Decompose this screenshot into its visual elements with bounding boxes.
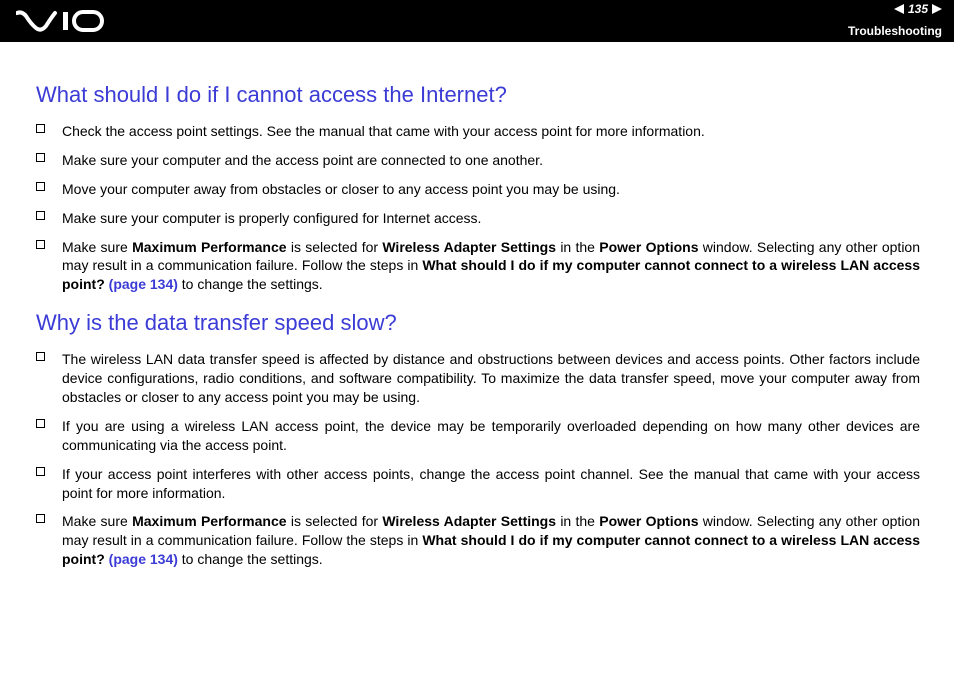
item-text: Make sure your computer and the access p… <box>62 151 920 170</box>
answer-list-2: The wireless LAN data transfer speed is … <box>36 350 920 569</box>
answer-list-1: Check the access point settings. See the… <box>36 122 920 294</box>
item-text: The wireless LAN data transfer speed is … <box>62 350 920 407</box>
bullet-icon <box>36 180 62 191</box>
prev-page-arrow-icon[interactable] <box>894 4 904 14</box>
item-text: Move your computer away from obstacles o… <box>62 180 920 199</box>
item-text: Make sure Maximum Performance is selecte… <box>62 238 920 295</box>
bullet-icon <box>36 465 62 476</box>
page-link[interactable]: (page 134) <box>109 276 178 292</box>
list-item: Check the access point settings. See the… <box>36 122 920 141</box>
page-nav: 135 <box>894 2 942 16</box>
bullet-icon <box>36 512 62 523</box>
bullet-icon <box>36 350 62 361</box>
page-link[interactable]: (page 134) <box>109 551 178 567</box>
question-heading-2: Why is the data transfer speed slow? <box>36 310 920 336</box>
list-item: Make sure your computer and the access p… <box>36 151 920 170</box>
bullet-icon <box>36 417 62 428</box>
item-text: Check the access point settings. See the… <box>62 122 920 141</box>
list-item: Make sure your computer is properly conf… <box>36 209 920 228</box>
item-text: Make sure Maximum Performance is selecte… <box>62 512 920 569</box>
page-content: What should I do if I cannot access the … <box>0 42 954 599</box>
bullet-icon <box>36 238 62 249</box>
next-page-arrow-icon[interactable] <box>932 4 942 14</box>
page-number: 135 <box>908 2 928 16</box>
section-title: Troubleshooting <box>848 24 942 38</box>
bullet-icon <box>36 122 62 133</box>
vaio-logo <box>16 10 112 32</box>
item-text: If your access point interferes with oth… <box>62 465 920 503</box>
list-item: Make sure Maximum Performance is selecte… <box>36 512 920 569</box>
bullet-icon <box>36 151 62 162</box>
question-heading-1: What should I do if I cannot access the … <box>36 82 920 108</box>
item-text: If you are using a wireless LAN access p… <box>62 417 920 455</box>
header-bar: 135 Troubleshooting <box>0 0 954 42</box>
list-item: The wireless LAN data transfer speed is … <box>36 350 920 407</box>
list-item: Make sure Maximum Performance is selecte… <box>36 238 920 295</box>
list-item: Move your computer away from obstacles o… <box>36 180 920 199</box>
list-item: If you are using a wireless LAN access p… <box>36 417 920 455</box>
bullet-icon <box>36 209 62 220</box>
item-text: Make sure your computer is properly conf… <box>62 209 920 228</box>
list-item: If your access point interferes with oth… <box>36 465 920 503</box>
